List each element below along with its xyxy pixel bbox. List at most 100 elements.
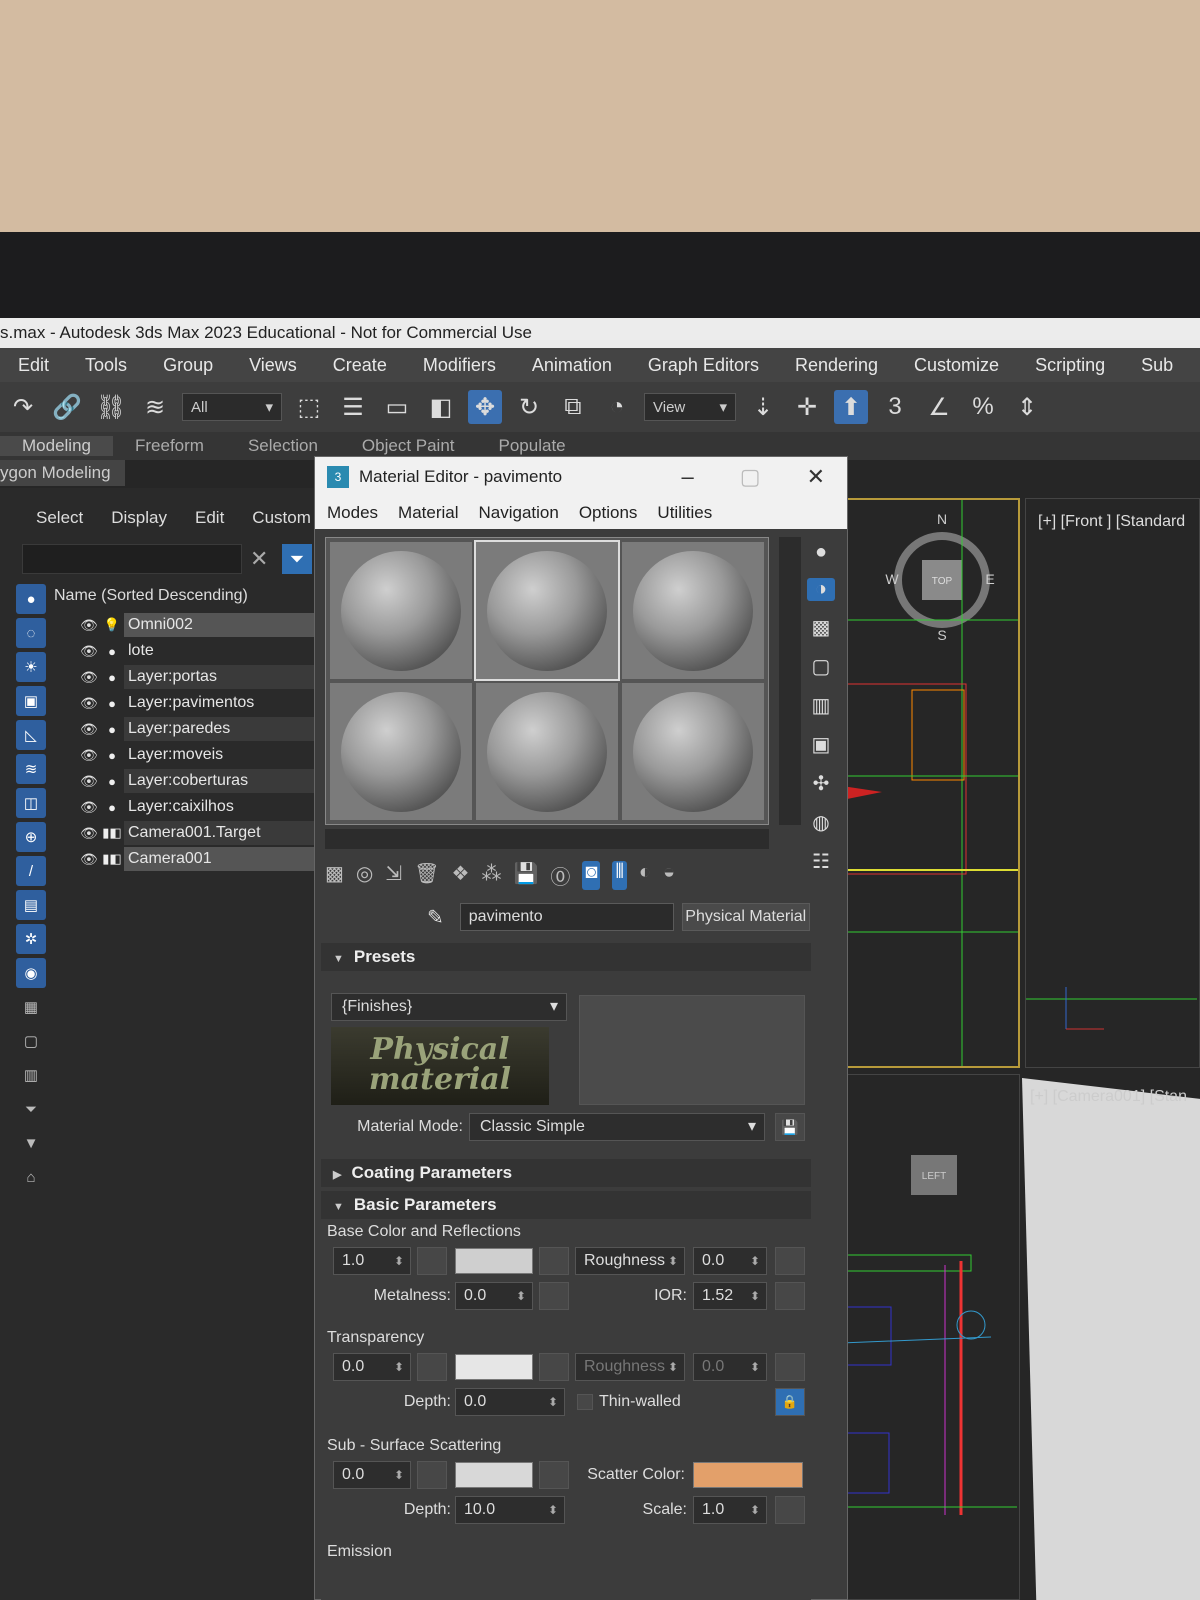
move-icon[interactable]: ✥ bbox=[468, 390, 502, 424]
list-item[interactable]: 👁 ● Layer:moveis bbox=[80, 742, 320, 768]
ref-coord-dropdown[interactable]: View ▾ bbox=[644, 393, 736, 421]
thin-walled-checkbox[interactable] bbox=[577, 1394, 593, 1410]
menu-group[interactable]: Group bbox=[145, 355, 231, 376]
eye-icon[interactable]: 👁 bbox=[80, 695, 100, 712]
sample-slot[interactable] bbox=[476, 683, 618, 820]
sss-depth-spinner[interactable]: 10.0 bbox=[455, 1496, 565, 1524]
me-menu-navigation[interactable]: Navigation bbox=[479, 503, 559, 523]
scatter-color-swatch[interactable] bbox=[693, 1462, 803, 1488]
tab-freeform[interactable]: Freeform bbox=[113, 436, 226, 456]
spinner-snap-icon[interactable]: ⇕ bbox=[1010, 390, 1044, 424]
tab-object-paint[interactable]: Object Paint bbox=[340, 436, 477, 456]
list-item[interactable]: 👁 ● Layer:paredes bbox=[80, 716, 320, 742]
slots-horizontal-scrollbar[interactable] bbox=[325, 829, 769, 849]
base-color-swatch[interactable] bbox=[455, 1248, 533, 1274]
explorer-column-header[interactable]: Name (Sorted Descending) bbox=[54, 584, 248, 608]
material-id-icon[interactable]: ⓪ bbox=[550, 861, 570, 890]
eye-icon[interactable]: 👁 bbox=[80, 799, 100, 816]
eye-icon[interactable]: 👁 bbox=[80, 721, 100, 738]
list-item[interactable]: 👁 ▮◧ Camera001.Target bbox=[80, 820, 320, 846]
menu-views[interactable]: Views bbox=[231, 355, 315, 376]
basic-header[interactable]: ▼ Basic Parameters bbox=[321, 1191, 811, 1219]
redo-icon[interactable]: ↷ bbox=[6, 390, 40, 424]
select-object-icon[interactable]: ⬚ bbox=[292, 390, 326, 424]
sss-scale-spinner[interactable]: 1.0 bbox=[693, 1496, 767, 1524]
sample-slot[interactable] bbox=[474, 540, 620, 681]
menu-modifiers[interactable]: Modifiers bbox=[405, 355, 514, 376]
roughness-spinner[interactable]: 0.0 bbox=[693, 1247, 767, 1275]
me-menu-options[interactable]: Options bbox=[579, 503, 638, 523]
percent-snap-icon[interactable]: % bbox=[966, 390, 1000, 424]
viewport-camera-label[interactable]: [+] [Camera001] [Stan bbox=[1030, 1088, 1187, 1106]
select-invert-icon[interactable]: ▥ bbox=[16, 1060, 46, 1090]
clear-search-icon[interactable]: ✕ bbox=[250, 546, 268, 572]
container-filter-icon[interactable]: ▤ bbox=[16, 890, 46, 920]
bind-spacewarp-icon[interactable]: ≋ bbox=[138, 390, 172, 424]
select-manipulate-icon[interactable]: ✛ bbox=[790, 390, 824, 424]
explorer-menu-select[interactable]: Select bbox=[36, 508, 83, 528]
make-preview-icon[interactable]: ▣ bbox=[812, 732, 831, 757]
list-item[interactable]: 👁 ● Layer:pavimentos bbox=[80, 690, 320, 716]
sample-slot[interactable] bbox=[622, 542, 764, 679]
transparency-color-swatch[interactable] bbox=[455, 1354, 533, 1380]
make-copy-icon[interactable]: ❖ bbox=[452, 861, 470, 890]
transparency-roughness-spinner[interactable]: 0.0 bbox=[693, 1353, 767, 1381]
assign-material-icon[interactable]: ⇲ bbox=[385, 861, 402, 890]
sss-color-map-button[interactable] bbox=[539, 1461, 569, 1489]
transparency-weight-map-button[interactable] bbox=[417, 1353, 447, 1381]
placement-icon[interactable]: ◔ bbox=[600, 390, 634, 424]
material-type-button[interactable]: Physical Material bbox=[681, 903, 810, 931]
link-icon[interactable]: 🔗 bbox=[50, 390, 84, 424]
menu-rendering[interactable]: Rendering bbox=[777, 355, 896, 376]
keyboard-shortcut-icon[interactable]: ⬆ bbox=[834, 390, 868, 424]
presets-header[interactable]: ▼ Presets bbox=[321, 943, 811, 971]
explorer-menu-display[interactable]: Display bbox=[111, 508, 167, 528]
tab-populate[interactable]: Populate bbox=[477, 436, 588, 456]
ribbon-subtab[interactable]: ygon Modeling bbox=[0, 460, 125, 486]
explorer-menu-edit[interactable]: Edit bbox=[195, 508, 224, 528]
tab-modeling[interactable]: Modeling bbox=[0, 436, 113, 456]
eye-icon[interactable]: 👁 bbox=[80, 643, 100, 660]
eye-icon[interactable]: 👁 bbox=[80, 773, 100, 790]
tab-selection[interactable]: Selection bbox=[226, 436, 340, 456]
eye-icon[interactable]: 👁 bbox=[80, 669, 100, 686]
rotate-icon[interactable]: ↻ bbox=[512, 390, 546, 424]
transparency-roughness-dropdown[interactable]: Roughness bbox=[575, 1353, 685, 1381]
backlight-icon[interactable]: ◑ bbox=[807, 578, 835, 601]
sample-type-icon[interactable]: ● bbox=[815, 541, 827, 564]
save-preset-icon[interactable]: 💾 bbox=[775, 1113, 805, 1141]
base-weight-map-button[interactable] bbox=[417, 1247, 447, 1275]
list-item[interactable]: 👁 ● lote bbox=[80, 638, 320, 664]
select-by-name-icon[interactable]: ☰ bbox=[336, 390, 370, 424]
eye-icon[interactable]: 👁 bbox=[80, 617, 100, 634]
menu-edit[interactable]: Edit bbox=[0, 355, 67, 376]
sample-slot[interactable] bbox=[330, 542, 472, 679]
transparency-roughness-map-button[interactable] bbox=[775, 1353, 805, 1381]
display-filter-icon[interactable]: ◉ bbox=[16, 958, 46, 988]
spacewarp-filter-icon[interactable]: ≋ bbox=[16, 754, 46, 784]
transparency-weight-spinner[interactable]: 0.0 bbox=[333, 1353, 411, 1381]
shape-filter-icon[interactable]: ◌ bbox=[16, 618, 46, 648]
filter-icon[interactable]: ⏷ bbox=[282, 544, 312, 574]
sample-slot[interactable] bbox=[330, 683, 472, 820]
metalness-spinner[interactable]: 0.0 bbox=[455, 1282, 533, 1310]
video-color-check-icon[interactable]: ▥ bbox=[812, 693, 831, 718]
camera-filter-icon[interactable]: ▣ bbox=[16, 686, 46, 716]
viewport-front[interactable]: [+] [Front ] [Standard bbox=[1025, 498, 1200, 1068]
snap-3-icon[interactable]: 3 bbox=[878, 390, 912, 424]
material-mode-dropdown[interactable]: Classic Simple ▾ bbox=[469, 1113, 765, 1141]
menu-sub[interactable]: Sub bbox=[1123, 355, 1191, 376]
menu-tools[interactable]: Tools bbox=[67, 355, 145, 376]
me-menu-modes[interactable]: Modes bbox=[327, 503, 378, 523]
menu-customize[interactable]: Customize bbox=[896, 355, 1017, 376]
put-material-icon[interactable]: ◎ bbox=[356, 861, 373, 890]
filter-icon[interactable]: ▼ bbox=[16, 1128, 46, 1158]
unlink-icon[interactable]: ⛓ bbox=[94, 390, 128, 424]
helper-filter-icon[interactable]: ◺ bbox=[16, 720, 46, 750]
list-item[interactable]: 👁 ● Layer:coberturas bbox=[80, 768, 320, 794]
me-menu-material[interactable]: Material bbox=[398, 503, 458, 523]
show-end-result-icon[interactable]: ⫴ bbox=[612, 861, 627, 890]
get-material-icon[interactable]: ▩ bbox=[325, 861, 344, 890]
transparency-color-map-button[interactable] bbox=[539, 1353, 569, 1381]
show-shaded-icon[interactable]: ◙ bbox=[582, 861, 601, 890]
